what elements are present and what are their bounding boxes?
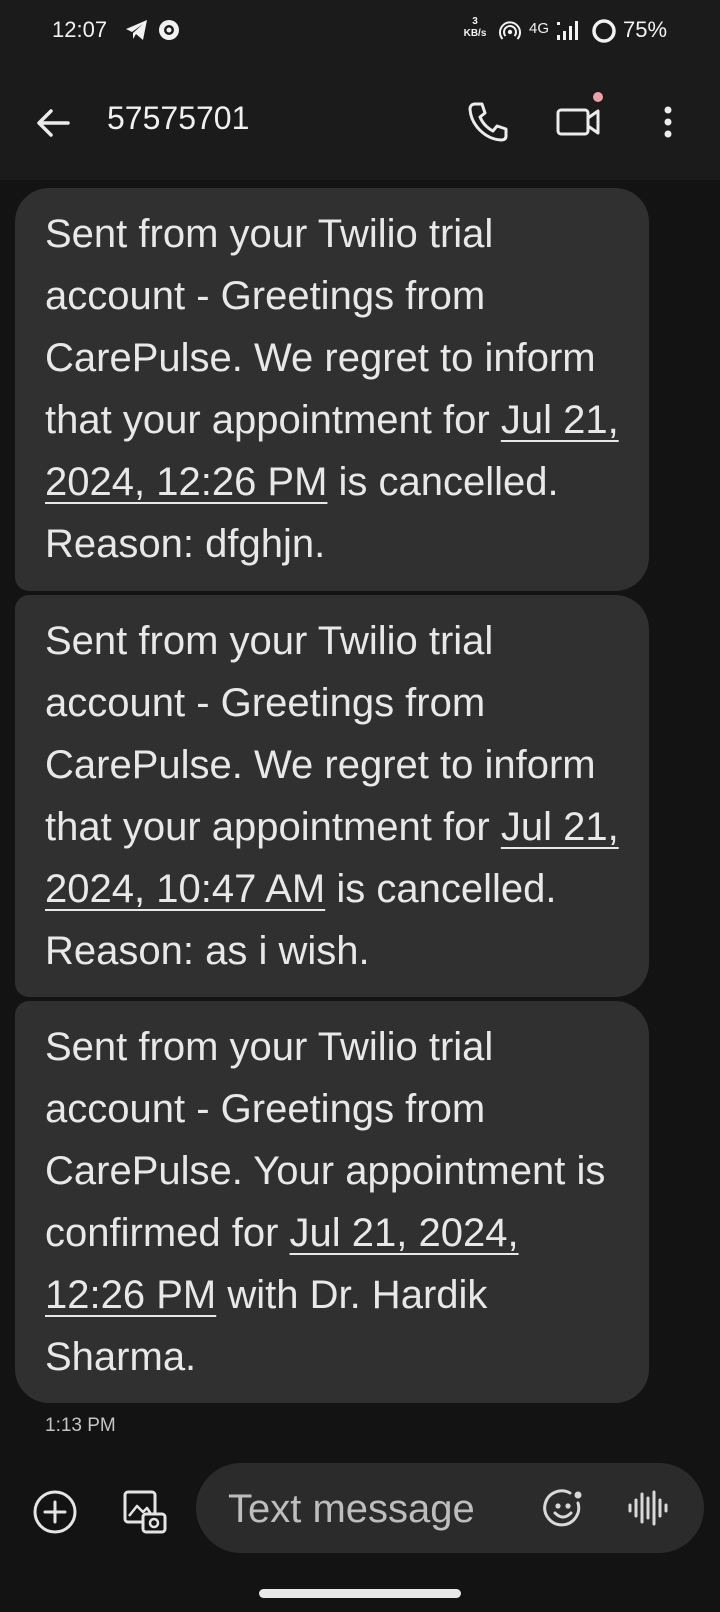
message-bubble[interactable]: Sent from your Twilio trial account - Gr… [15, 188, 649, 591]
network-type: 4G [529, 20, 550, 37]
home-indicator[interactable] [259, 1589, 461, 1598]
back-arrow-icon [37, 109, 70, 137]
conversation-header: 57575701 [0, 62, 720, 180]
battery-ring-icon [591, 18, 617, 49]
signal-icon [556, 20, 580, 47]
network-speed-value: 3 [472, 16, 478, 27]
phone-icon [468, 102, 508, 142]
message-timestamp: 1:13 PM [45, 1415, 116, 1436]
waveform-icon [628, 1490, 668, 1526]
voice-message-button[interactable] [626, 1486, 670, 1530]
battery-level: 75% [623, 17, 668, 42]
emoji-icon [543, 1489, 582, 1527]
message-input[interactable] [226, 1481, 540, 1537]
telegram-icon [124, 18, 150, 47]
compose-bar [196, 1463, 704, 1553]
message-bubble[interactable]: Sent from your Twilio trial account - Gr… [15, 1001, 649, 1403]
video-call-icon [556, 108, 600, 136]
video-call-button[interactable] [553, 96, 605, 148]
add-attachment-button[interactable] [27, 1484, 83, 1540]
back-button[interactable] [30, 100, 76, 146]
notification-dot [593, 92, 603, 102]
network-speed: 3 KB/s [458, 16, 492, 40]
app-notification-icon [157, 18, 181, 47]
contact-name[interactable]: 57575701 [107, 100, 249, 137]
gallery-camera-icon [123, 1490, 167, 1534]
call-button[interactable] [464, 98, 512, 146]
more-vert-icon [664, 106, 672, 138]
network-speed-unit: KB/s [463, 28, 487, 39]
status-bar: 12:07 3 KB/s 4G 75% [0, 0, 720, 62]
message-bubble[interactable]: Sent from your Twilio trial account - Gr… [15, 595, 649, 997]
gallery-button[interactable] [117, 1484, 173, 1540]
hotspot-icon [499, 20, 521, 47]
status-time: 12:07 [52, 17, 108, 42]
more-options-button[interactable] [650, 98, 686, 146]
emoji-button[interactable] [541, 1486, 587, 1532]
add-circle-icon [33, 1490, 77, 1534]
